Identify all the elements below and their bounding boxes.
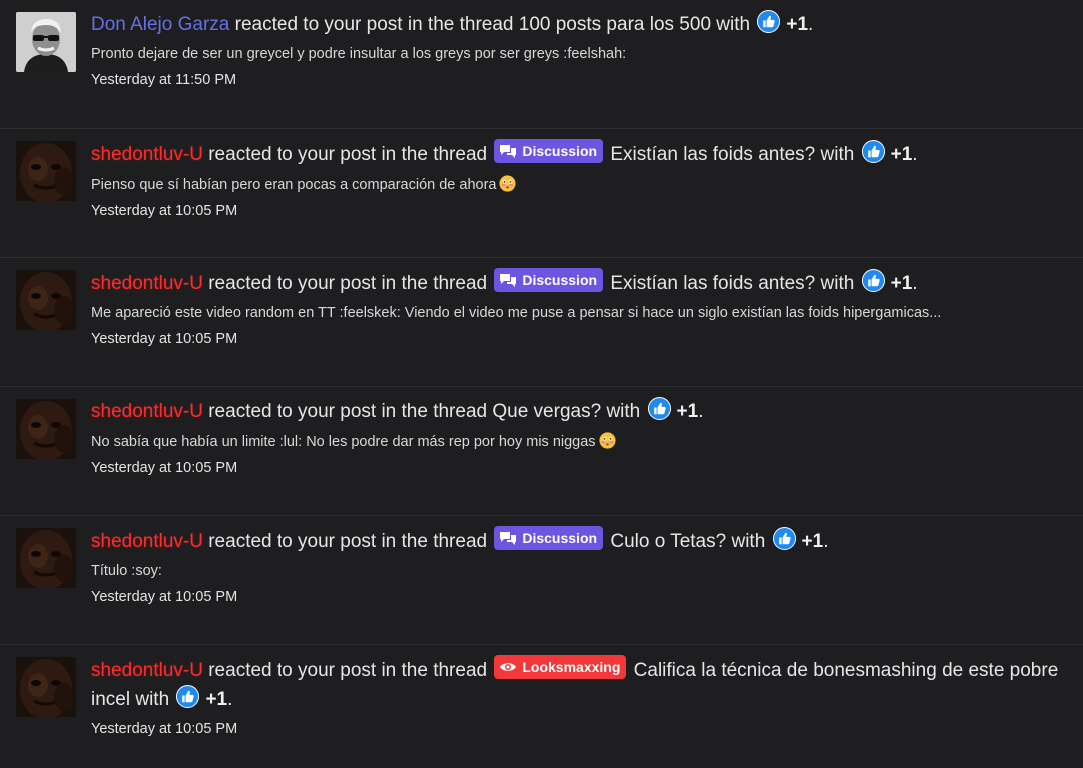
discussion-prefix-badge[interactable]: Discussion — [494, 268, 604, 292]
post-snippet: Pronto dejare de ser un greycel y podre … — [91, 45, 1063, 64]
alert-headline: shedontluv-U reacted to your post in the… — [91, 397, 1063, 426]
snippet-text: Pienso que sí habían pero eran pocas a c… — [91, 177, 497, 193]
thumbs-up-like-icon — [861, 269, 885, 292]
alert-item[interactable]: shedontluv-U reacted to your post in the… — [0, 516, 1083, 645]
discussion-prefix-badge[interactable]: Discussion — [494, 139, 604, 163]
flushed-face-emoji — [499, 175, 517, 192]
alert-item[interactable]: shedontluv-U reacted to your post in the… — [0, 387, 1083, 516]
with-text: with — [820, 273, 855, 294]
alert-item[interactable]: shedontluv-U reacted to your post in the… — [0, 129, 1083, 258]
thread-title-link[interactable]: Existían las foids antes? — [610, 144, 815, 165]
with-text: with — [716, 14, 751, 35]
period-text: . — [808, 14, 814, 35]
username-link[interactable]: shedontluv-U — [91, 531, 203, 552]
alert-headline: shedontluv-U reacted to your post in the… — [91, 139, 1063, 169]
thumbs-up-like-icon — [647, 397, 671, 420]
thread-title-link[interactable]: 100 posts para los 500 — [519, 14, 711, 35]
looksmaxxing-prefix-badge[interactable]: Looksmaxxing — [494, 655, 627, 679]
username-link[interactable]: shedontluv-U — [91, 144, 203, 165]
thread-title-link[interactable]: Que vergas? — [492, 401, 601, 422]
flushed-face-emoji — [598, 432, 616, 449]
reaction-label: +1 — [890, 273, 913, 294]
reaction-label: +1 — [786, 14, 809, 35]
prefix-label: Discussion — [522, 530, 598, 546]
username-link[interactable]: shedontluv-U — [91, 273, 203, 294]
dark-face-avatar[interactable] — [16, 141, 76, 201]
alert-headline: Don Alejo Garza reacted to your post in … — [91, 10, 1063, 39]
thumbs-up-like-icon — [176, 685, 200, 708]
alert-timestamp[interactable]: Yesterday at 10:05 PM — [91, 330, 1063, 349]
prefix-label: Looksmaxxing — [522, 659, 621, 675]
reaction-label: +1 — [801, 531, 824, 552]
post-snippet: Me apareció este video random en TT :fee… — [91, 304, 1063, 323]
alert-action-text: reacted to your post in the thread — [208, 401, 488, 422]
alert-timestamp[interactable]: Yesterday at 10:05 PM — [91, 459, 1063, 478]
thread-title-link[interactable]: Culo o Tetas? — [610, 531, 726, 552]
post-snippet: Pienso que sí habían pero eran pocas a c… — [91, 175, 1063, 195]
with-text: with — [606, 401, 641, 422]
with-text: with — [731, 531, 766, 552]
speech-bubbles-icon — [500, 532, 517, 545]
speech-bubbles-icon — [500, 145, 517, 158]
period-text: . — [823, 531, 829, 552]
alert-timestamp[interactable]: Yesterday at 10:05 PM — [91, 588, 1063, 607]
alert-action-text: reacted to your post in the thread — [208, 660, 488, 681]
alert-action-text: reacted to your post in the thread — [208, 273, 488, 294]
discussion-prefix-badge[interactable]: Discussion — [494, 526, 604, 550]
reaction-label: +1 — [890, 144, 913, 165]
thumbs-up-like-icon — [757, 10, 781, 33]
thumbs-up-like-icon — [772, 527, 796, 550]
dark-face-avatar[interactable] — [16, 270, 76, 330]
alert-timestamp[interactable]: Yesterday at 10:05 PM — [91, 720, 1063, 739]
post-snippet: No sabía que había un limite :lul: No le… — [91, 432, 1063, 452]
with-text: with — [135, 689, 170, 710]
snippet-text: Título :soy: — [91, 563, 162, 579]
alert-headline: shedontluv-U reacted to your post in the… — [91, 268, 1063, 298]
snippet-text: No sabía que había un limite :lul: No le… — [91, 434, 596, 450]
username-link[interactable]: shedontluv-U — [91, 660, 203, 681]
alert-item[interactable]: Don Alejo Garza reacted to your post in … — [0, 0, 1083, 129]
period-text: . — [912, 273, 918, 294]
reaction-label: +1 — [676, 401, 699, 422]
eye-icon — [500, 663, 517, 671]
username-link[interactable]: Don Alejo Garza — [91, 14, 229, 35]
speech-bubbles-icon — [500, 274, 517, 287]
alert-timestamp[interactable]: Yesterday at 10:05 PM — [91, 202, 1063, 221]
alert-action-text: reacted to your post in the thread — [208, 531, 488, 552]
reaction-label: +1 — [205, 689, 228, 710]
post-snippet: Título :soy: — [91, 562, 1063, 581]
alert-timestamp[interactable]: Yesterday at 11:50 PM — [91, 71, 1063, 90]
alert-headline: shedontluv-U reacted to your post in the… — [91, 526, 1063, 556]
snippet-text: Pronto dejare de ser un greycel y podre … — [91, 46, 627, 62]
dark-face-avatar[interactable] — [16, 528, 76, 588]
period-text: . — [698, 401, 704, 422]
with-text: with — [820, 144, 855, 165]
alert-item[interactable]: shedontluv-U reacted to your post in the… — [0, 645, 1083, 768]
alert-list: Don Alejo Garza reacted to your post in … — [0, 0, 1083, 768]
man-with-sunglasses-avatar[interactable] — [16, 12, 76, 72]
alert-action-text: reacted to your post in the thread — [208, 144, 488, 165]
alert-action-text: reacted to your post in the thread — [234, 14, 514, 35]
username-link[interactable]: shedontluv-U — [91, 401, 203, 422]
period-text: . — [227, 689, 233, 710]
dark-face-avatar[interactable] — [16, 399, 76, 459]
alert-item[interactable]: shedontluv-U reacted to your post in the… — [0, 258, 1083, 387]
period-text: . — [912, 144, 918, 165]
prefix-label: Discussion — [522, 143, 598, 159]
prefix-label: Discussion — [522, 272, 598, 288]
snippet-text: Me apareció este video random en TT :fee… — [91, 305, 942, 321]
thread-title-link[interactable]: Existían las foids antes? — [610, 273, 815, 294]
alert-headline: shedontluv-U reacted to your post in the… — [91, 655, 1063, 714]
thumbs-up-like-icon — [861, 140, 885, 163]
dark-face-avatar[interactable] — [16, 657, 76, 717]
